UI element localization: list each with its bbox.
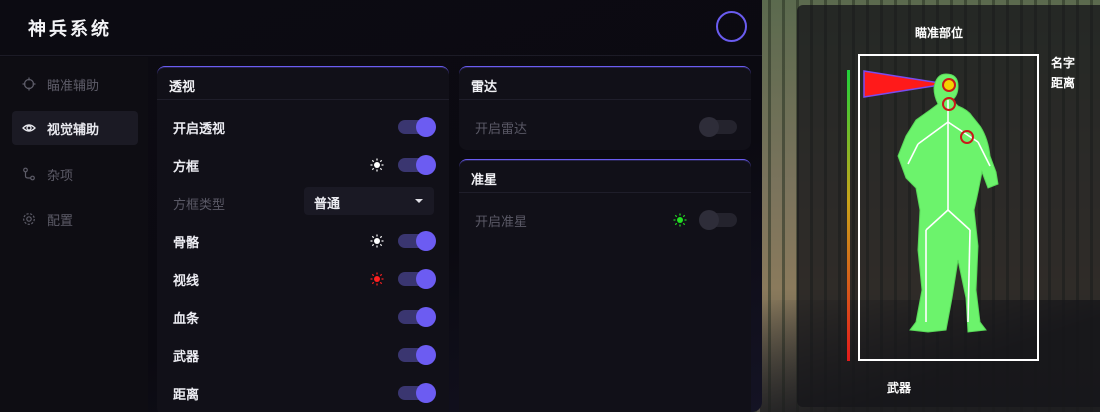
sightline-toggle[interactable] (398, 269, 436, 289)
crosshair-enable-label: 开启准星 (475, 214, 528, 230)
sightline-label: 视线 (173, 273, 200, 289)
skeleton-color-picker-icon[interactable] (370, 234, 384, 248)
skeleton-row: 骨骼 (157, 229, 449, 253)
preview-aim-head (942, 78, 956, 92)
esp-card-title: 透视 (157, 67, 449, 100)
main-window: 神兵系统 瞄准辅助 视觉辅助 杂项 配置 透视 开启透视 方框 方框类型 骨骼 … (0, 0, 762, 412)
app-title: 神兵系统 (28, 19, 112, 40)
sightline-row: 视线 (157, 267, 449, 291)
sidebar-item-label: 视觉辅助 (47, 122, 100, 138)
chevron-down-icon (415, 199, 423, 203)
box-type-value: 普通 (314, 197, 341, 212)
crosshair-color-picker-icon[interactable] (673, 213, 687, 227)
crosshair-card-title: 准星 (459, 160, 751, 193)
eye-icon (22, 121, 36, 135)
esp-card: 透视 开启透视 方框 方框类型 骨骼 视线 血条 武器 距离 (157, 66, 449, 412)
radar-enable-label: 开启雷达 (475, 121, 528, 137)
sidebar-item-misc[interactable]: 杂项 (12, 157, 138, 191)
box-row: 方框 (157, 153, 449, 177)
sidebar-item-label: 瞄准辅助 (47, 78, 100, 94)
menu-circle-button[interactable] (716, 11, 747, 42)
health-row: 血条 (157, 305, 449, 329)
gear-icon (22, 212, 36, 226)
skeleton-toggle[interactable] (398, 231, 436, 251)
preview-player-figure (863, 70, 999, 333)
sidebar-item-aim-assist[interactable]: 瞄准辅助 (12, 67, 138, 101)
sightline-color-picker-icon[interactable] (370, 272, 384, 286)
weapon-row: 武器 (157, 343, 449, 367)
preview-distance-label: 距离 (1051, 76, 1076, 90)
radar-enable-toggle[interactable] (699, 117, 737, 137)
box-type-select[interactable]: 普通 (304, 187, 434, 215)
radar-card: 雷达 开启雷达 (459, 66, 751, 150)
radar-enable-row: 开启雷达 (459, 115, 751, 139)
box-type-label: 方框类型 (173, 197, 226, 213)
title-bar: 神兵系统 (0, 0, 762, 56)
esp-enable-label: 开启透视 (173, 121, 226, 137)
misc-icon (22, 167, 36, 181)
esp-enable-row: 开启透视 (157, 115, 449, 139)
sidebar-item-visual-assist[interactable]: 视觉辅助 (12, 111, 138, 145)
preview-aim-part-label: 瞄准部位 (915, 26, 964, 40)
sidebar: 瞄准辅助 视觉辅助 杂项 配置 (0, 57, 148, 412)
sidebar-item-config[interactable]: 配置 (12, 202, 138, 236)
box-color-picker-icon[interactable] (370, 158, 384, 172)
preview-name-label: 名字 (1051, 56, 1076, 70)
sidebar-item-label: 杂项 (47, 168, 74, 184)
preview-weapon-label: 武器 (887, 381, 912, 395)
health-toggle[interactable] (398, 307, 436, 327)
crosshair-card: 准星 开启准星 (459, 159, 751, 412)
box-toggle[interactable] (398, 155, 436, 175)
crosshair-icon (22, 77, 36, 91)
distance-toggle[interactable] (398, 383, 436, 403)
box-label: 方框 (173, 159, 200, 175)
health-label: 血条 (173, 311, 200, 327)
distance-label: 距离 (173, 387, 200, 403)
weapon-label: 武器 (173, 349, 200, 365)
sidebar-item-label: 配置 (47, 213, 74, 229)
skeleton-label: 骨骼 (173, 235, 200, 251)
preview-health-bar (847, 70, 850, 361)
crosshair-enable-toggle[interactable] (699, 210, 737, 230)
distance-row: 距离 (157, 381, 449, 405)
crosshair-enable-row: 开启准星 (459, 208, 751, 232)
radar-card-title: 雷达 (459, 67, 751, 100)
esp-enable-toggle[interactable] (398, 117, 436, 137)
preview-sightline (863, 70, 947, 98)
weapon-toggle[interactable] (398, 345, 436, 365)
